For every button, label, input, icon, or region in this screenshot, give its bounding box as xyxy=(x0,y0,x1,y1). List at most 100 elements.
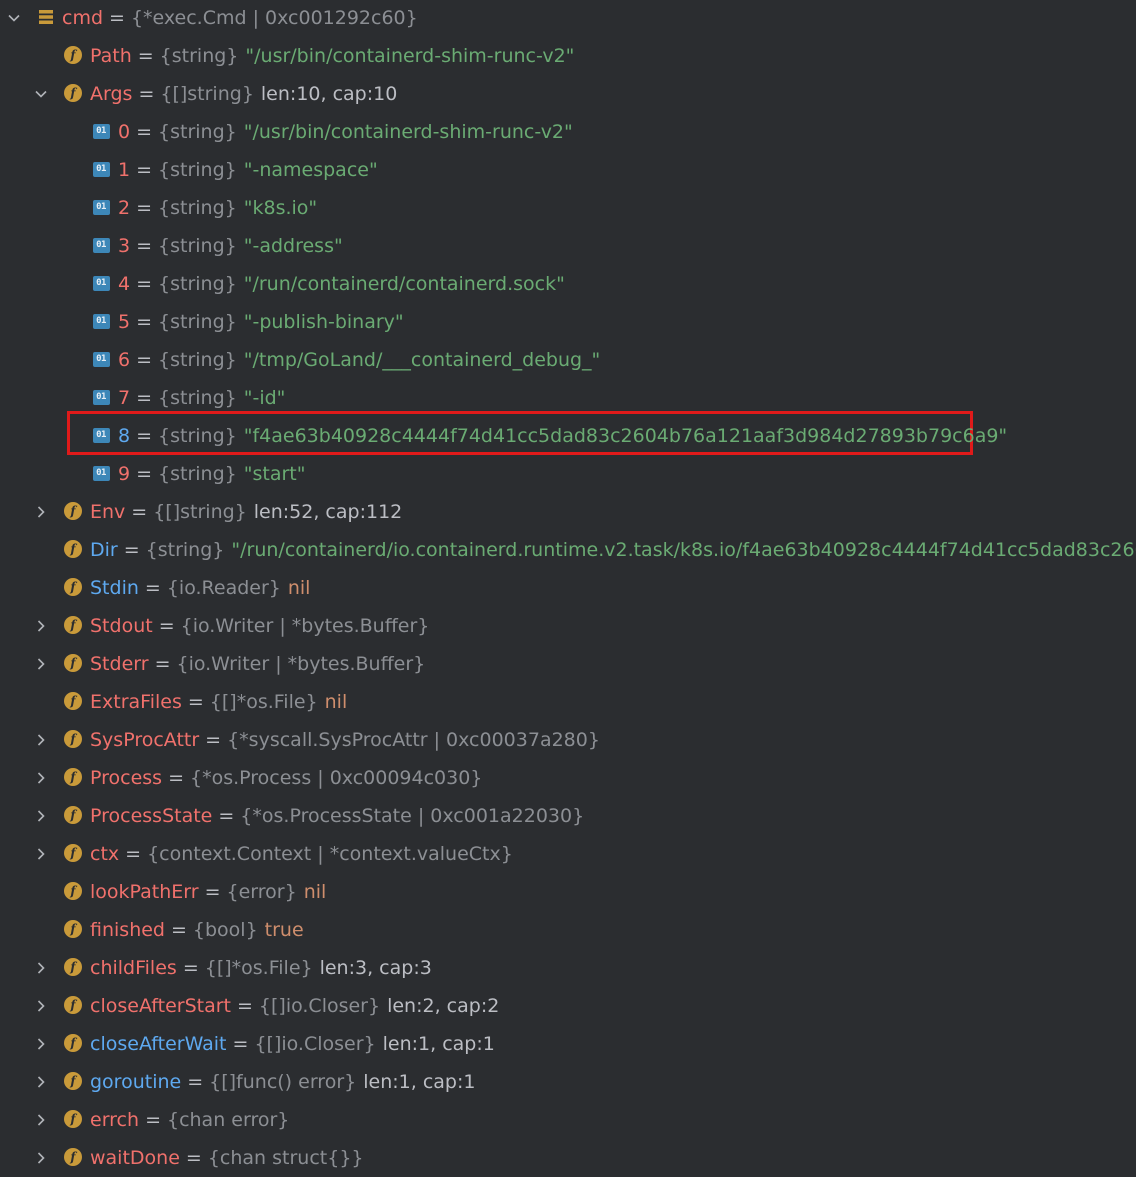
variable-name: ctx xyxy=(90,843,120,865)
field-icon: f xyxy=(63,691,83,711)
tree-row[interactable]: f closeAfterWait = {[]io.Closer} len:1, cap:… xyxy=(0,1025,1136,1063)
tree-row[interactable]: f lookPathErr = {error} nil xyxy=(0,873,1136,911)
field-icon-glyph: f xyxy=(64,654,82,672)
tree-row[interactable]: f ExtraFiles = {[]*os.File} nil xyxy=(0,683,1136,721)
tree-row[interactable]: f Stdin = {io.Reader} nil xyxy=(0,569,1136,607)
equals-sign: = xyxy=(136,463,153,485)
equals-sign: = xyxy=(136,349,153,371)
variable-name: Stdout xyxy=(90,615,153,637)
array-item-icon: 01 xyxy=(91,197,111,217)
chevron-right-icon[interactable] xyxy=(31,958,51,978)
field-icon-glyph: f xyxy=(64,1110,82,1128)
tree-row[interactable]: f Process = {*os.Process | 0xc00094c030} xyxy=(0,759,1136,797)
variable-type: {[]string} xyxy=(153,501,247,523)
variable-type: {*exec.Cmd | 0xc001292c60} xyxy=(130,7,418,29)
variable-name: Stdin xyxy=(90,577,139,599)
tree-row[interactable]: f closeAfterStart = {[]io.Closer} len:2, cap… xyxy=(0,987,1136,1025)
variable-name: Stderr xyxy=(90,653,149,675)
tree-row[interactable]: 01 5 = {string} "-publish-binary" xyxy=(0,303,1136,341)
chevron-right-icon[interactable] xyxy=(31,806,51,826)
array-item-icon-glyph: 01 xyxy=(92,123,110,139)
tree-row[interactable]: 01 7 = {string} "-id" xyxy=(0,379,1136,417)
field-icon: f xyxy=(63,843,83,863)
tree-row[interactable]: 01 1 = {string} "-namespace" xyxy=(0,151,1136,189)
row-text: 3 = {string} "-address" xyxy=(118,227,343,265)
array-item-icon-glyph: 01 xyxy=(92,427,110,443)
chevron-down-icon[interactable] xyxy=(31,84,51,104)
field-icon: f xyxy=(63,1033,83,1053)
variable-type: {[]*os.File} xyxy=(204,957,313,979)
variable-type: {string} xyxy=(158,159,237,181)
tree-row[interactable]: 01 3 = {string} "-address" xyxy=(0,227,1136,265)
variable-value: "/run/containerd/io.containerd.runtime.v… xyxy=(231,539,1136,561)
tree-row[interactable]: f Path = {string} "/usr/bin/containerd-shim-… xyxy=(0,37,1136,75)
array-item-icon: 01 xyxy=(91,273,111,293)
chevron-right-icon[interactable] xyxy=(31,996,51,1016)
array-item-icon-glyph: 01 xyxy=(92,351,110,367)
variable-name: ProcessState xyxy=(90,805,213,827)
variable-type: {io.Writer | *bytes.Buffer} xyxy=(180,615,430,637)
chevron-right-icon[interactable] xyxy=(31,502,51,522)
equals-sign: = xyxy=(131,501,148,523)
tree-row[interactable]: f Stderr = {io.Writer | *bytes.Buffer} xyxy=(0,645,1136,683)
chevron-right-icon[interactable] xyxy=(31,844,51,864)
row-text: closeAfterWait = {[]io.Closer} len:1, cap:1 xyxy=(90,1025,495,1063)
row-text: Path = {string} "/usr/bin/containerd-shim-r… xyxy=(90,37,574,75)
tree-row[interactable]: f errch = {chan error} xyxy=(0,1101,1136,1139)
field-icon: f xyxy=(63,577,83,597)
variable-name: Args xyxy=(90,83,133,105)
tree-row[interactable]: f Stdout = {io.Writer | *bytes.Buffer} xyxy=(0,607,1136,645)
array-item-icon-glyph: 01 xyxy=(92,161,110,177)
equals-sign: = xyxy=(204,881,221,903)
row-text: 2 = {string} "k8s.io" xyxy=(118,189,317,227)
tree-row[interactable]: cmd = {*exec.Cmd | 0xc001292c60} xyxy=(0,0,1136,37)
variable-name: goroutine xyxy=(90,1071,182,1093)
array-item-icon-glyph: 01 xyxy=(92,465,110,481)
chevron-right-icon[interactable] xyxy=(31,616,51,636)
tree-row[interactable]: f goroutine = {[]func() error} len:1, cap:1 xyxy=(0,1063,1136,1101)
tree-row[interactable]: 01 8 = {string} "f4ae63b40928c4444f74d41cc5d… xyxy=(0,417,1136,455)
equals-sign: = xyxy=(136,121,153,143)
tree-row[interactable]: f Env = {[]string} len:52, cap:112 xyxy=(0,493,1136,531)
tree-row[interactable]: 01 4 = {string} "/run/containerd/containerd.… xyxy=(0,265,1136,303)
tree-row[interactable]: f Args = {[]string} len:10, cap:10 xyxy=(0,75,1136,113)
row-text: Dir = {string} "/run/containerd/io.containe… xyxy=(90,531,1136,569)
variable-type: {chan error} xyxy=(166,1109,290,1131)
variable-value: nil xyxy=(303,881,327,903)
variable-type: {chan struct{}} xyxy=(207,1147,364,1169)
chevron-down-icon[interactable] xyxy=(4,8,24,28)
tree-row[interactable]: 01 0 = {string} "/usr/bin/containerd-shim-ru… xyxy=(0,113,1136,151)
tree-row[interactable]: f waitDone = {chan struct{}} xyxy=(0,1139,1136,1177)
variable-value: len:52, cap:112 xyxy=(253,501,403,523)
chevron-right-icon[interactable] xyxy=(31,1072,51,1092)
variable-value: "f4ae63b40928c4444f74d41cc5dad83c2604b76… xyxy=(243,425,1008,447)
chevron-right-icon[interactable] xyxy=(31,730,51,750)
tree-row[interactable]: f SysProcAttr = {*syscall.SysProcAttr | 0xc… xyxy=(0,721,1136,759)
tree-row[interactable]: f ctx = {context.Context | *context.valueCt… xyxy=(0,835,1136,873)
row-text: 4 = {string} "/run/containerd/containerd.so… xyxy=(118,265,565,303)
equals-sign: = xyxy=(170,919,187,941)
chevron-right-icon[interactable] xyxy=(31,654,51,674)
tree-row[interactable]: f ProcessState = {*os.ProcessState | 0xc001… xyxy=(0,797,1136,835)
field-icon: f xyxy=(63,919,83,939)
row-text: Args = {[]string} len:10, cap:10 xyxy=(90,75,397,113)
row-text: lookPathErr = {error} nil xyxy=(90,873,326,911)
variable-value: len:10, cap:10 xyxy=(260,83,398,105)
tree-row[interactable]: 01 9 = {string} "start" xyxy=(0,455,1136,493)
field-icon: f xyxy=(63,615,83,635)
variable-value: true xyxy=(264,919,304,941)
variable-type: {string} xyxy=(159,45,239,67)
chevron-right-icon[interactable] xyxy=(31,1110,51,1130)
tree-row[interactable]: 01 6 = {string} "/tmp/GoLand/___containerd_d… xyxy=(0,341,1136,379)
variable-type: {string} xyxy=(145,539,225,561)
tree-row[interactable]: f Dir = {string} "/run/containerd/io.contain… xyxy=(0,531,1136,569)
chevron-right-icon[interactable] xyxy=(31,1034,51,1054)
chevron-right-icon[interactable] xyxy=(31,1148,51,1168)
chevron-right-icon[interactable] xyxy=(31,768,51,788)
variable-type: {[]io.Closer} xyxy=(258,995,381,1017)
variable-value: "-address" xyxy=(243,235,343,257)
variable-name: 7 xyxy=(118,387,131,409)
tree-row[interactable]: f childFiles = {[]*os.File} len:3, cap:3 xyxy=(0,949,1136,987)
tree-row[interactable]: 01 2 = {string} "k8s.io" xyxy=(0,189,1136,227)
tree-row[interactable]: f finished = {bool} true xyxy=(0,911,1136,949)
